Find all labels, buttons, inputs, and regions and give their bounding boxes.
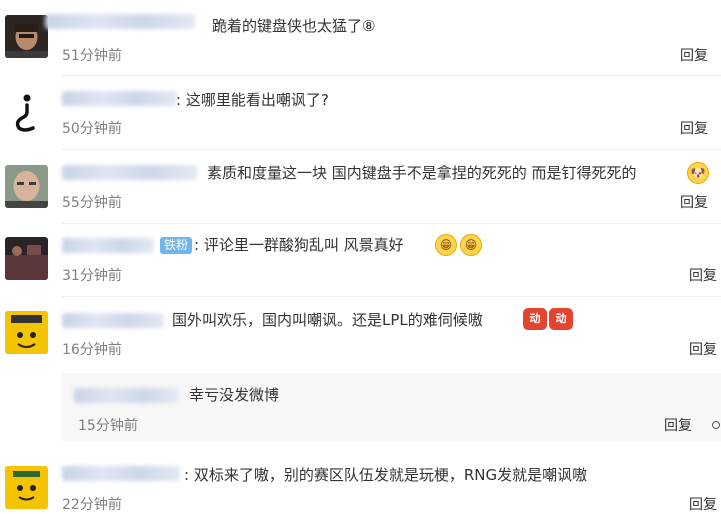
- grin-emoji-icon: 😁: [435, 234, 457, 256]
- comment-item: : 这哪里能看出嘲讽了? 50分钟前 回复: [0, 76, 721, 150]
- reply-button[interactable]: 回复: [689, 267, 717, 285]
- reply-button[interactable]: 回复: [680, 120, 708, 138]
- comment-item: 跪着的键盘侠也太猛了⑧ 51分钟前 回复: [0, 0, 721, 76]
- sub-reply: 幸亏没发微博 15分钟前 回复: [62, 373, 721, 441]
- small-circle-icon: [712, 421, 720, 429]
- reply-button[interactable]: 回复: [680, 47, 708, 65]
- avatar[interactable]: [5, 15, 48, 58]
- comment-text: : 双标来了嗷，别的赛区队伍发就是玩梗，RNG发就是嘲讽嗷: [184, 466, 588, 484]
- username-blurred[interactable]: [74, 388, 179, 403]
- question-mark-avatar-icon: [5, 90, 48, 133]
- cartoon-avatar-icon: [5, 466, 48, 509]
- avatar[interactable]: [5, 311, 48, 354]
- grin-emoji-icon: 😁: [460, 234, 482, 256]
- reply-button[interactable]: 回复: [689, 341, 717, 359]
- comment-time: 22分钟前: [62, 497, 122, 513]
- comment-text: 跪着的键盘侠也太猛了⑧: [212, 17, 376, 35]
- fan-badge: 铁粉: [160, 237, 193, 254]
- comment-time: 31分钟前: [62, 268, 122, 284]
- sub-reply-time: 15分钟前: [78, 418, 138, 434]
- avatar[interactable]: [5, 466, 48, 509]
- avatar-photo-icon: [5, 15, 48, 58]
- reply-button[interactable]: 回复: [689, 496, 717, 514]
- username-blurred[interactable]: [45, 14, 195, 29]
- comment-text: 国外叫欢乐，国内叫嘲讽。还是LPL的难伺候嗷: [172, 311, 483, 329]
- comment-item: : 双标来了嗷，别的赛区队伍发就是玩梗，RNG发就是嘲讽嗷 22分钟前 回复: [0, 456, 721, 514]
- avatar[interactable]: [5, 90, 48, 133]
- sticker-icon: 动: [523, 308, 547, 330]
- avatar[interactable]: [5, 165, 48, 208]
- comment-time: 55分钟前: [62, 195, 122, 211]
- avatar-photo-icon: [5, 165, 48, 208]
- comment-time: 50分钟前: [62, 121, 122, 137]
- sub-reply-text: 幸亏没发微博: [189, 386, 280, 404]
- avatar[interactable]: [5, 237, 48, 280]
- cartoon-avatar-icon: [5, 311, 48, 354]
- username-blurred[interactable]: [62, 91, 177, 106]
- sticker-icon: 动: [549, 308, 573, 330]
- avatar-photo-icon: [5, 237, 48, 280]
- comment-item: 铁粉 : 评论里一群酸狗乱叫 风景真好 😁 😁 31分钟前 回复: [0, 223, 721, 297]
- comment-time: 51分钟前: [62, 48, 122, 64]
- comment-item: 素质和度量这一块 国内键盘手不是拿捏的死死的 而是钉得死死的 🐶 55分钟前 回…: [0, 149, 721, 224]
- comment-time: 16分钟前: [62, 342, 122, 358]
- comment-text: : 评论里一群酸狗乱叫 风景真好: [194, 236, 404, 254]
- comment-text: 素质和度量这一块 国内键盘手不是拿捏的死死的 而是钉得死死的: [207, 164, 637, 182]
- reply-button[interactable]: 回复: [680, 194, 708, 212]
- username-blurred[interactable]: [62, 165, 197, 180]
- comment-text: : 这哪里能看出嘲讽了?: [176, 91, 329, 109]
- username-blurred[interactable]: [62, 313, 164, 328]
- doge-emoji-icon: 🐶: [687, 162, 709, 184]
- username-blurred[interactable]: [62, 466, 180, 481]
- sub-reply-button[interactable]: 回复: [664, 417, 692, 435]
- username-blurred[interactable]: [62, 238, 154, 253]
